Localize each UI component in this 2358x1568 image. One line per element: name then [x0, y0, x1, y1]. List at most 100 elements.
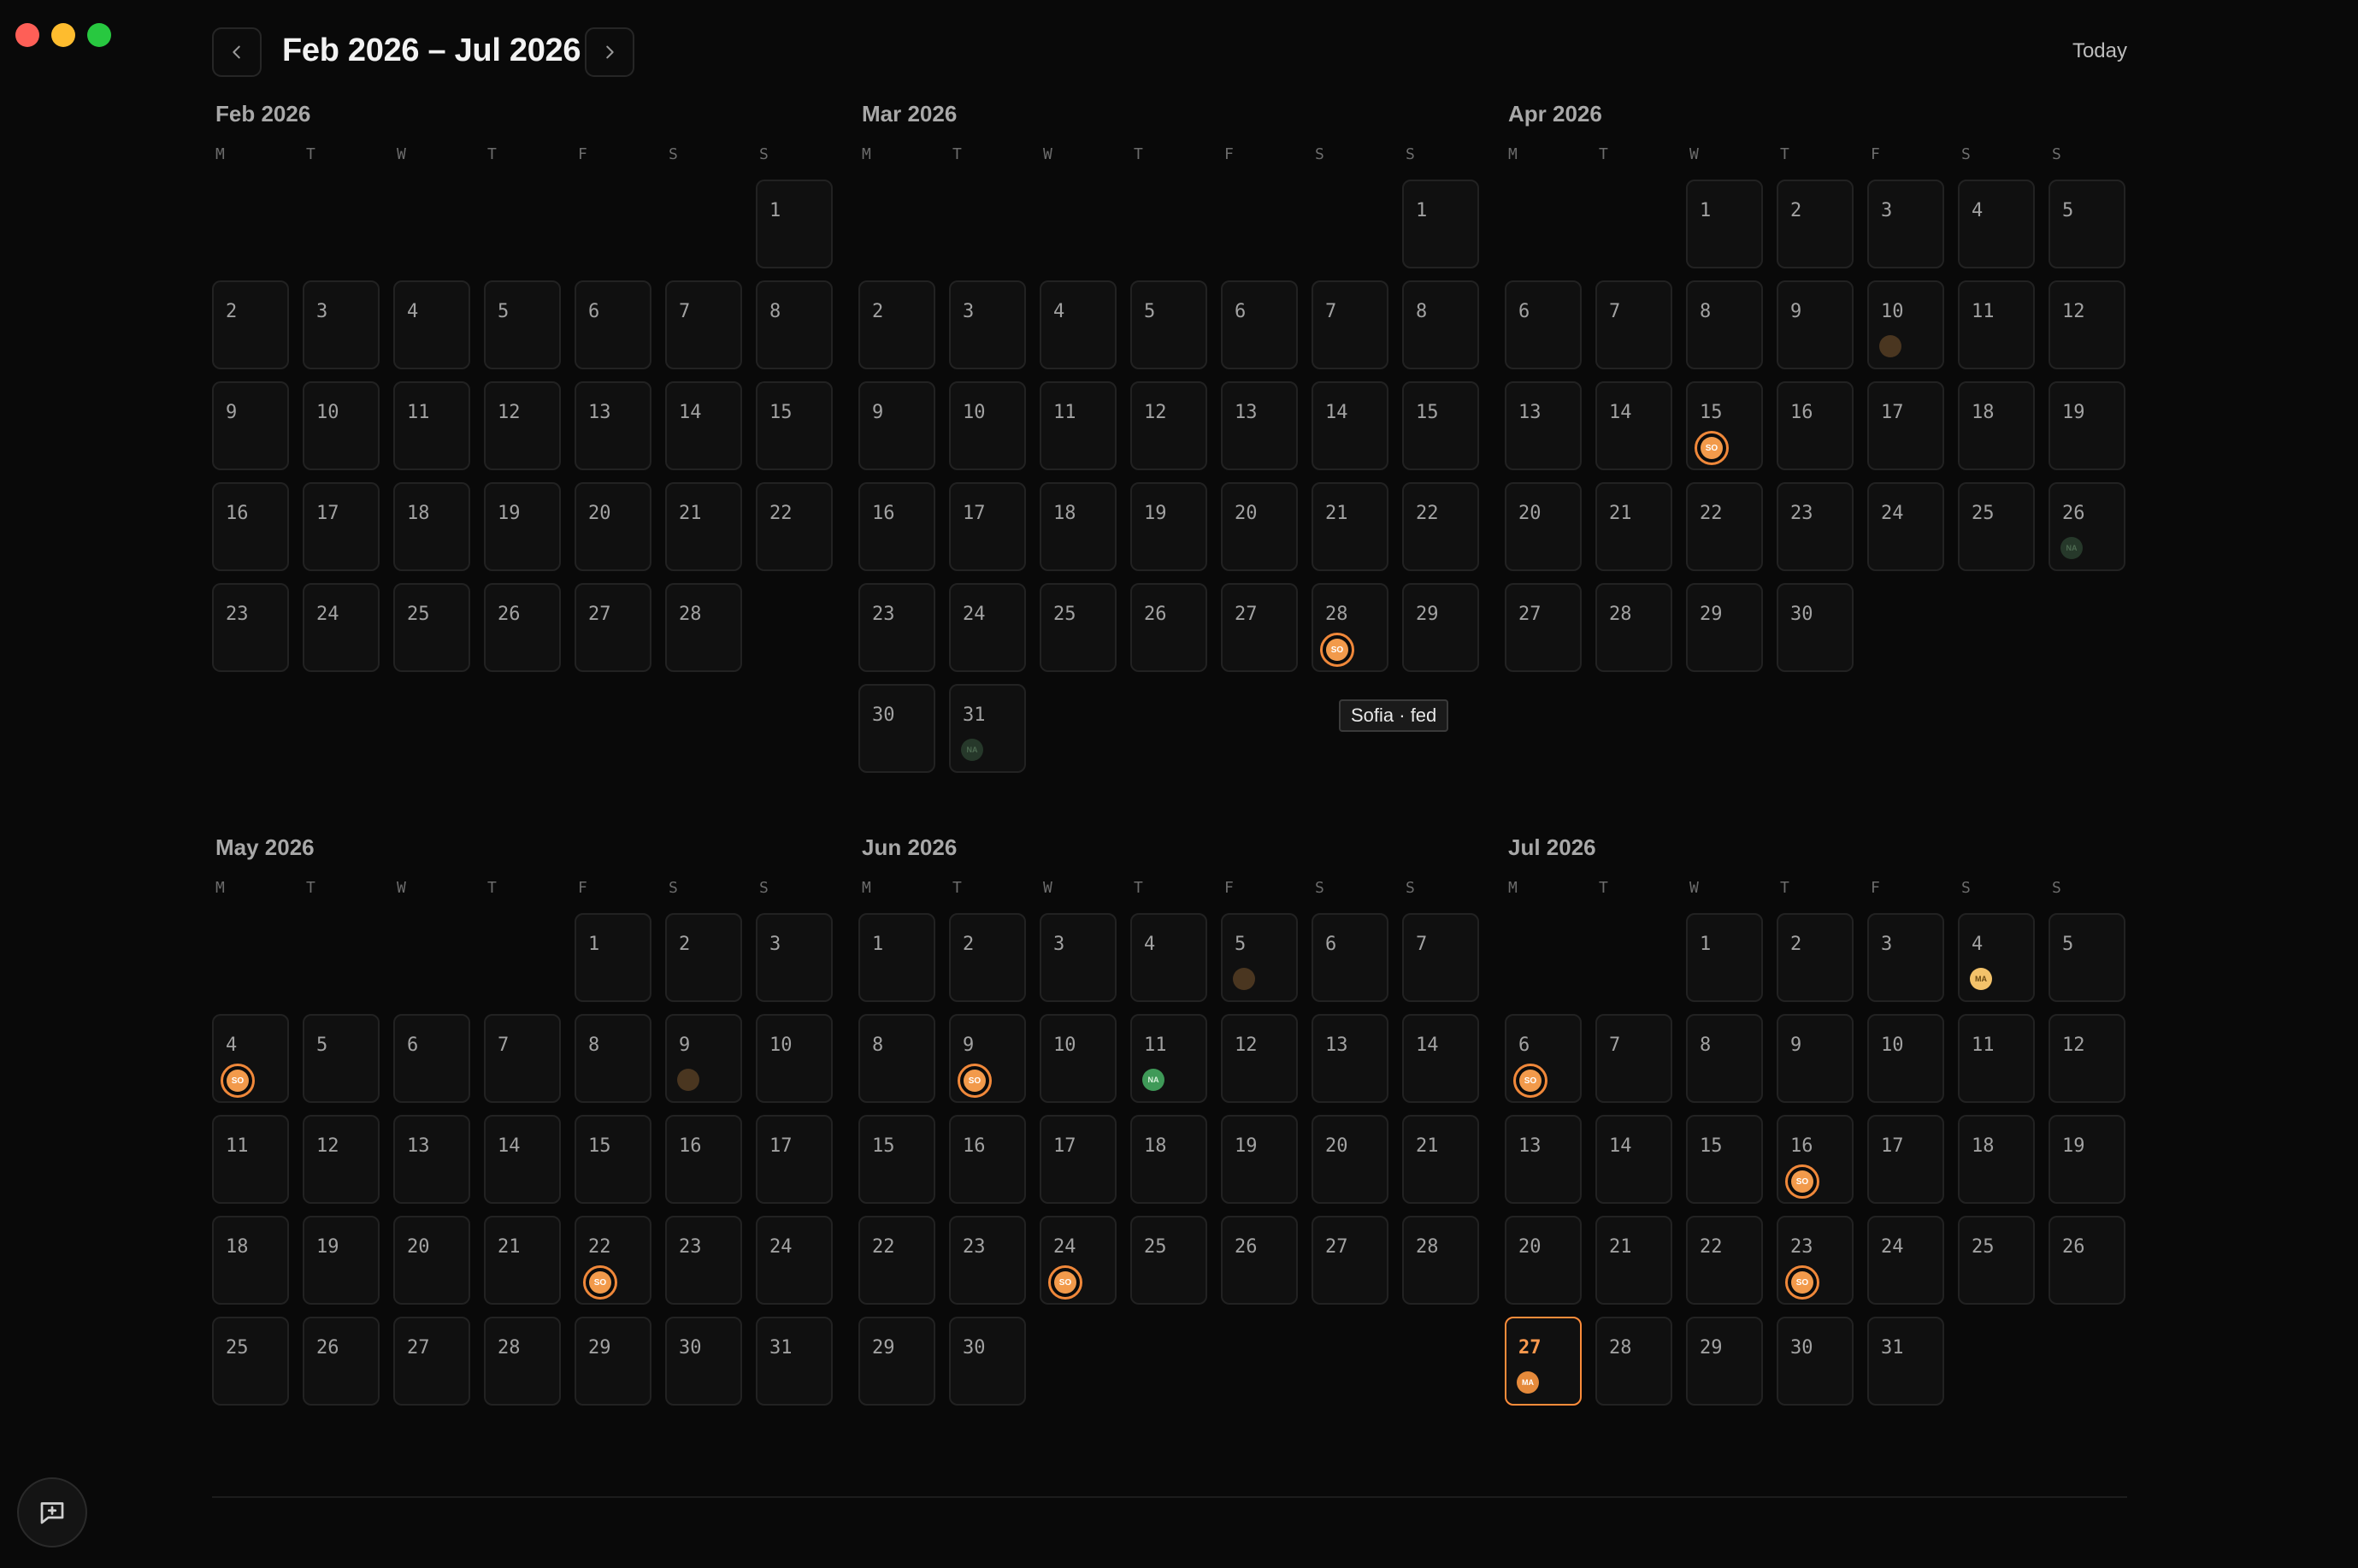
- day-cell[interactable]: 21: [484, 1216, 561, 1305]
- day-cell[interactable]: 13: [1505, 1115, 1582, 1204]
- day-cell[interactable]: 10: [756, 1014, 833, 1103]
- day-cell[interactable]: 14: [1312, 381, 1388, 470]
- day-cell[interactable]: 18: [1040, 482, 1117, 571]
- day-cell[interactable]: 3: [1867, 913, 1944, 1002]
- day-cell[interactable]: 27: [1221, 583, 1298, 672]
- day-cell[interactable]: 29: [1686, 1317, 1763, 1406]
- day-cell[interactable]: 24: [1867, 1216, 1944, 1305]
- day-cell[interactable]: 19: [303, 1216, 380, 1305]
- day-cell[interactable]: 30: [1777, 583, 1854, 672]
- day-cell[interactable]: 6: [393, 1014, 470, 1103]
- day-cell[interactable]: 25: [1958, 1216, 2035, 1305]
- day-cell[interactable]: 20: [1312, 1115, 1388, 1204]
- day-cell[interactable]: 22: [1686, 482, 1763, 571]
- day-cell[interactable]: 15: [1402, 381, 1479, 470]
- day-cell[interactable]: 10: [1867, 1014, 1944, 1103]
- day-cell[interactable]: 21: [1312, 482, 1388, 571]
- day-cell[interactable]: 25: [1130, 1216, 1207, 1305]
- day-cell[interactable]: 6: [1312, 913, 1388, 1002]
- day-cell[interactable]: 5: [1130, 280, 1207, 369]
- event-avatar[interactable]: SO: [1320, 633, 1354, 667]
- event-avatar[interactable]: NA: [2060, 537, 2083, 559]
- day-cell[interactable]: 17: [1867, 381, 1944, 470]
- day-cell[interactable]: 17: [756, 1115, 833, 1204]
- event-avatar[interactable]: MA: [1517, 1371, 1539, 1394]
- day-cell[interactable]: 17: [1040, 1115, 1117, 1204]
- feedback-button[interactable]: [17, 1477, 87, 1547]
- day-cell[interactable]: 9: [665, 1014, 742, 1103]
- day-cell[interactable]: 9 SO: [949, 1014, 1026, 1103]
- day-cell[interactable]: 7: [1312, 280, 1388, 369]
- day-cell[interactable]: 7: [665, 280, 742, 369]
- day-cell[interactable]: 20: [393, 1216, 470, 1305]
- day-cell[interactable]: 16: [1777, 381, 1854, 470]
- day-cell[interactable]: 1: [1686, 180, 1763, 268]
- day-cell[interactable]: 18: [212, 1216, 289, 1305]
- day-cell[interactable]: 10: [303, 381, 380, 470]
- day-cell[interactable]: 2: [858, 280, 935, 369]
- day-cell[interactable]: 23 SO: [1777, 1216, 1854, 1305]
- day-cell[interactable]: 30: [858, 684, 935, 773]
- day-cell[interactable]: 25: [212, 1317, 289, 1406]
- day-cell[interactable]: 31 NA: [949, 684, 1026, 773]
- day-cell[interactable]: 7: [484, 1014, 561, 1103]
- day-cell[interactable]: 4: [1040, 280, 1117, 369]
- event-avatar[interactable]: SO: [1513, 1064, 1547, 1098]
- day-cell[interactable]: 14: [1595, 381, 1672, 470]
- event-avatar[interactable]: SO: [1695, 431, 1729, 465]
- event-avatar[interactable]: NA: [961, 739, 983, 761]
- day-cell[interactable]: 2: [1777, 180, 1854, 268]
- day-cell[interactable]: 17: [303, 482, 380, 571]
- day-cell[interactable]: 18: [1958, 1115, 2035, 1204]
- day-cell[interactable]: 31: [756, 1317, 833, 1406]
- day-cell[interactable]: 12: [484, 381, 561, 470]
- day-cell[interactable]: 8: [1686, 280, 1763, 369]
- day-cell[interactable]: 26 NA: [2049, 482, 2125, 571]
- day-cell[interactable]: 14: [484, 1115, 561, 1204]
- day-cell[interactable]: 21: [1402, 1115, 1479, 1204]
- day-cell[interactable]: 13: [1505, 381, 1582, 470]
- day-cell[interactable]: 28: [665, 583, 742, 672]
- day-cell[interactable]: 22 SO: [575, 1216, 651, 1305]
- day-cell[interactable]: 5: [2049, 913, 2125, 1002]
- day-cell[interactable]: 5: [2049, 180, 2125, 268]
- day-cell[interactable]: 26: [303, 1317, 380, 1406]
- day-cell[interactable]: 9: [1777, 1014, 1854, 1103]
- day-cell[interactable]: 20: [1505, 482, 1582, 571]
- day-cell[interactable]: 23: [1777, 482, 1854, 571]
- day-cell[interactable]: 27: [1312, 1216, 1388, 1305]
- day-cell[interactable]: 22: [1402, 482, 1479, 571]
- day-cell[interactable]: 20: [1505, 1216, 1582, 1305]
- day-cell[interactable]: 28 SO: [1312, 583, 1388, 672]
- day-cell[interactable]: 25: [393, 583, 470, 672]
- day-cell[interactable]: 26: [1221, 1216, 1298, 1305]
- day-cell[interactable]: 18: [1958, 381, 2035, 470]
- day-cell[interactable]: 19: [2049, 1115, 2125, 1204]
- day-cell[interactable]: 4 SO: [212, 1014, 289, 1103]
- day-cell[interactable]: 27: [575, 583, 651, 672]
- day-cell[interactable]: 17: [949, 482, 1026, 571]
- minimize-window-button[interactable]: [51, 23, 75, 47]
- event-avatar[interactable]: [677, 1069, 699, 1091]
- day-cell[interactable]: 2: [1777, 913, 1854, 1002]
- day-cell[interactable]: 1: [756, 180, 833, 268]
- day-cell[interactable]: 20: [1221, 482, 1298, 571]
- day-cell[interactable]: 22: [756, 482, 833, 571]
- day-cell[interactable]: 13: [393, 1115, 470, 1204]
- day-cell[interactable]: 29: [858, 1317, 935, 1406]
- day-cell[interactable]: 9: [1777, 280, 1854, 369]
- day-cell[interactable]: 7: [1595, 280, 1672, 369]
- day-cell[interactable]: 1: [1402, 180, 1479, 268]
- day-cell[interactable]: 3: [756, 913, 833, 1002]
- day-cell[interactable]: 3: [949, 280, 1026, 369]
- day-cell[interactable]: 4: [1130, 913, 1207, 1002]
- day-cell[interactable]: 13: [1312, 1014, 1388, 1103]
- day-cell[interactable]: 8: [756, 280, 833, 369]
- day-cell[interactable]: 4: [1958, 180, 2035, 268]
- today-button[interactable]: Today: [2072, 39, 2127, 63]
- day-cell[interactable]: 12: [2049, 1014, 2125, 1103]
- day-cell[interactable]: 25: [1958, 482, 2035, 571]
- day-cell[interactable]: 7: [1402, 913, 1479, 1002]
- day-cell[interactable]: 22: [858, 1216, 935, 1305]
- day-cell[interactable]: 30: [665, 1317, 742, 1406]
